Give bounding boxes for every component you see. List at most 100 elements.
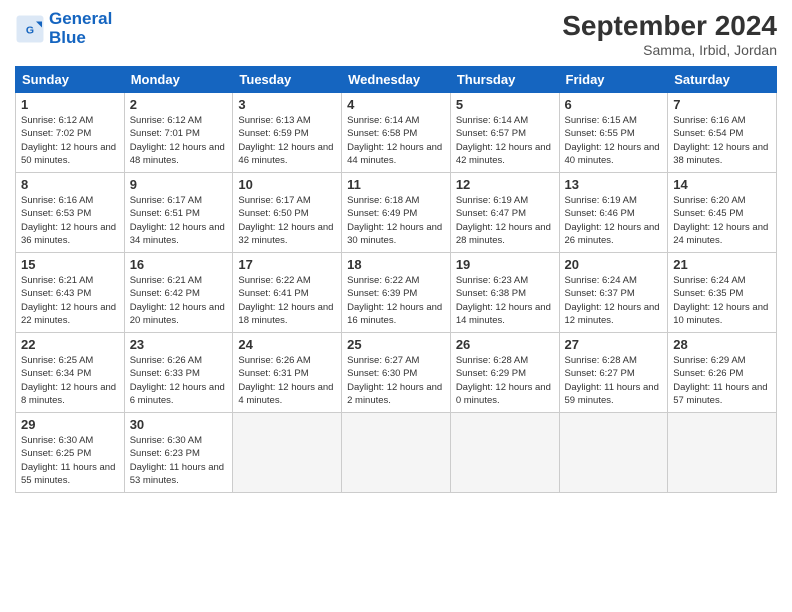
day-number: 21 (673, 257, 771, 272)
day-info: Sunrise: 6:22 AMSunset: 6:39 PMDaylight:… (347, 274, 445, 327)
day-number: 2 (130, 97, 228, 112)
calendar-week-row: 29 Sunrise: 6:30 AMSunset: 6:25 PMDayligh… (16, 413, 777, 493)
day-number: 19 (456, 257, 554, 272)
table-row: 27 Sunrise: 6:28 AMSunset: 6:27 PMDayligh… (559, 333, 668, 413)
calendar-header-row: Sunday Monday Tuesday Wednesday Thursday… (16, 67, 777, 93)
logo-text-block: General Blue (49, 10, 112, 47)
day-number: 26 (456, 337, 554, 352)
day-number: 28 (673, 337, 771, 352)
day-info: Sunrise: 6:24 AMSunset: 6:37 PMDaylight:… (565, 274, 663, 327)
table-row (559, 413, 668, 493)
table-row: 2 Sunrise: 6:12 AMSunset: 7:01 PMDaylight… (124, 93, 233, 173)
table-row: 18 Sunrise: 6:22 AMSunset: 6:39 PMDayligh… (342, 253, 451, 333)
table-row: 14Sunrise: 6:20 AMSunset: 6:45 PMDayligh… (668, 173, 777, 253)
table-row: 20 Sunrise: 6:24 AMSunset: 6:37 PMDayligh… (559, 253, 668, 333)
day-info: Sunrise: 6:17 AMSunset: 6:51 PMDaylight:… (130, 194, 228, 247)
day-number: 8 (21, 177, 119, 192)
day-info: Sunrise: 6:15 AMSunset: 6:55 PMDaylight:… (565, 114, 663, 167)
col-monday: Monday (124, 67, 233, 93)
table-row (450, 413, 559, 493)
page-header: G General Blue September 2024 Samma, Irb… (15, 10, 777, 58)
logo-line1: General (49, 10, 112, 29)
col-friday: Friday (559, 67, 668, 93)
table-row: 11Sunrise: 6:18 AMSunset: 6:49 PMDayligh… (342, 173, 451, 253)
logo: G General Blue (15, 10, 112, 47)
day-info: Sunrise: 6:22 AMSunset: 6:41 PMDaylight:… (238, 274, 336, 327)
day-number: 23 (130, 337, 228, 352)
table-row (668, 413, 777, 493)
day-number: 30 (130, 417, 228, 432)
day-info: Sunrise: 6:16 AMSunset: 6:54 PMDaylight:… (673, 114, 771, 167)
day-number: 10 (238, 177, 336, 192)
title-block: September 2024 Samma, Irbid, Jordan (562, 10, 777, 58)
table-row: 6 Sunrise: 6:15 AMSunset: 6:55 PMDaylight… (559, 93, 668, 173)
table-row: 4 Sunrise: 6:14 AMSunset: 6:58 PMDaylight… (342, 93, 451, 173)
col-saturday: Saturday (668, 67, 777, 93)
day-number: 22 (21, 337, 119, 352)
calendar-week-row: 1 Sunrise: 6:12 AMSunset: 7:02 PMDaylight… (16, 93, 777, 173)
day-info: Sunrise: 6:14 AMSunset: 6:58 PMDaylight:… (347, 114, 445, 167)
col-tuesday: Tuesday (233, 67, 342, 93)
table-row: 16Sunrise: 6:21 AMSunset: 6:42 PMDayligh… (124, 253, 233, 333)
day-info: Sunrise: 6:28 AMSunset: 6:27 PMDaylight:… (565, 354, 663, 407)
day-info: Sunrise: 6:12 AMSunset: 7:01 PMDaylight:… (130, 114, 228, 167)
table-row: 21 Sunrise: 6:24 AMSunset: 6:35 PMDayligh… (668, 253, 777, 333)
day-info: Sunrise: 6:26 AMSunset: 6:31 PMDaylight:… (238, 354, 336, 407)
table-row: 12 Sunrise: 6:19 AMSunset: 6:47 PMDayligh… (450, 173, 559, 253)
table-row: 29 Sunrise: 6:30 AMSunset: 6:25 PMDayligh… (16, 413, 125, 493)
day-number: 12 (456, 177, 554, 192)
logo-icon: G (15, 14, 45, 44)
day-info: Sunrise: 6:16 AMSunset: 6:53 PMDaylight:… (21, 194, 119, 247)
day-number: 20 (565, 257, 663, 272)
day-info: Sunrise: 6:24 AMSunset: 6:35 PMDaylight:… (673, 274, 771, 327)
day-info: Sunrise: 6:12 AMSunset: 7:02 PMDaylight:… (21, 114, 119, 167)
day-number: 27 (565, 337, 663, 352)
col-sunday: Sunday (16, 67, 125, 93)
table-row: 26 Sunrise: 6:28 AMSunset: 6:29 PMDayligh… (450, 333, 559, 413)
day-number: 13 (565, 177, 663, 192)
day-info: Sunrise: 6:19 AMSunset: 6:47 PMDaylight:… (456, 194, 554, 247)
day-info: Sunrise: 6:21 AMSunset: 6:42 PMDaylight:… (130, 274, 228, 327)
calendar-table: Sunday Monday Tuesday Wednesday Thursday… (15, 66, 777, 493)
table-row: 10Sunrise: 6:17 AMSunset: 6:50 PMDayligh… (233, 173, 342, 253)
day-number: 1 (21, 97, 119, 112)
day-info: Sunrise: 6:30 AMSunset: 6:25 PMDaylight:… (21, 434, 119, 487)
logo-line2: Blue (49, 29, 112, 48)
table-row: 13Sunrise: 6:19 AMSunset: 6:46 PMDayligh… (559, 173, 668, 253)
table-row: 7 Sunrise: 6:16 AMSunset: 6:54 PMDaylight… (668, 93, 777, 173)
day-info: Sunrise: 6:13 AMSunset: 6:59 PMDaylight:… (238, 114, 336, 167)
day-info: Sunrise: 6:30 AMSunset: 6:23 PMDaylight:… (130, 434, 228, 487)
day-number: 9 (130, 177, 228, 192)
day-info: Sunrise: 6:27 AMSunset: 6:30 PMDaylight:… (347, 354, 445, 407)
day-number: 24 (238, 337, 336, 352)
table-row: 1 Sunrise: 6:12 AMSunset: 7:02 PMDaylight… (16, 93, 125, 173)
day-number: 25 (347, 337, 445, 352)
col-wednesday: Wednesday (342, 67, 451, 93)
day-number: 5 (456, 97, 554, 112)
page-container: G General Blue September 2024 Samma, Irb… (0, 0, 792, 503)
table-row: 24 Sunrise: 6:26 AMSunset: 6:31 PMDayligh… (233, 333, 342, 413)
calendar-week-row: 22 Sunrise: 6:25 AMSunset: 6:34 PMDayligh… (16, 333, 777, 413)
table-row: 9 Sunrise: 6:17 AMSunset: 6:51 PMDaylight… (124, 173, 233, 253)
day-number: 4 (347, 97, 445, 112)
day-number: 18 (347, 257, 445, 272)
col-thursday: Thursday (450, 67, 559, 93)
table-row (233, 413, 342, 493)
day-info: Sunrise: 6:25 AMSunset: 6:34 PMDaylight:… (21, 354, 119, 407)
day-info: Sunrise: 6:23 AMSunset: 6:38 PMDaylight:… (456, 274, 554, 327)
table-row: 23Sunrise: 6:26 AMSunset: 6:33 PMDayligh… (124, 333, 233, 413)
day-number: 7 (673, 97, 771, 112)
location: Samma, Irbid, Jordan (562, 42, 777, 58)
table-row: 3Sunrise: 6:13 AMSunset: 6:59 PMDaylight… (233, 93, 342, 173)
day-info: Sunrise: 6:20 AMSunset: 6:45 PMDaylight:… (673, 194, 771, 247)
day-info: Sunrise: 6:18 AMSunset: 6:49 PMDaylight:… (347, 194, 445, 247)
day-info: Sunrise: 6:28 AMSunset: 6:29 PMDaylight:… (456, 354, 554, 407)
day-number: 29 (21, 417, 119, 432)
svg-text:G: G (26, 24, 34, 36)
day-number: 6 (565, 97, 663, 112)
table-row: 25 Sunrise: 6:27 AMSunset: 6:30 PMDayligh… (342, 333, 451, 413)
table-row: 17Sunrise: 6:22 AMSunset: 6:41 PMDayligh… (233, 253, 342, 333)
calendar-week-row: 15Sunrise: 6:21 AMSunset: 6:43 PMDayligh… (16, 253, 777, 333)
calendar-week-row: 8 Sunrise: 6:16 AMSunset: 6:53 PMDaylight… (16, 173, 777, 253)
day-info: Sunrise: 6:29 AMSunset: 6:26 PMDaylight:… (673, 354, 771, 407)
